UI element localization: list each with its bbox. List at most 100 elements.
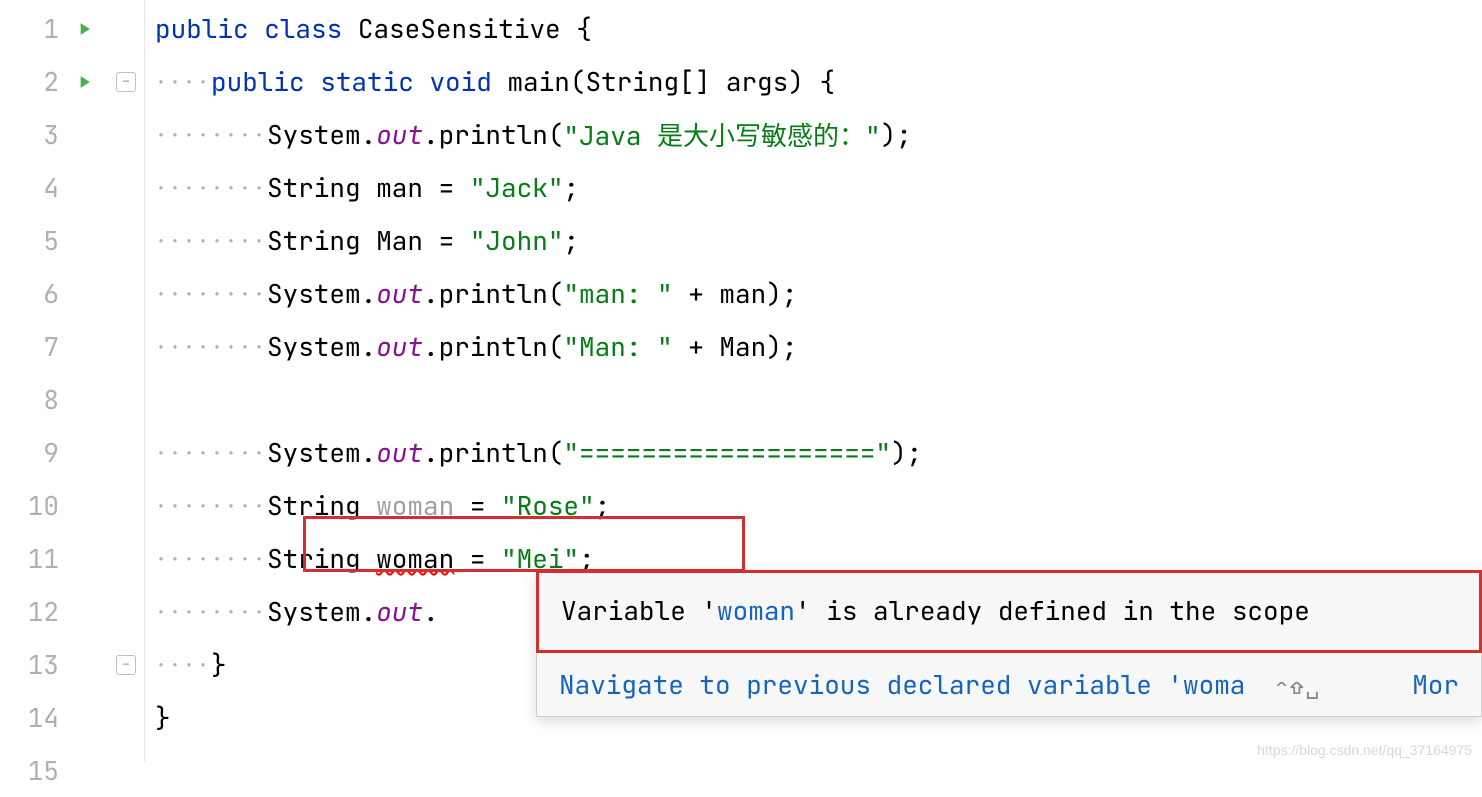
indent-dots: ········ [155,440,267,466]
line-number-5[interactable]: 5 [0,214,144,267]
field: out [376,276,423,311]
params: (String[] args) { [570,64,835,99]
line-number-7[interactable]: 7 [0,320,144,373]
line-number-3[interactable]: 3 [0,108,144,161]
text: System. [267,117,376,152]
text: ; [563,223,579,258]
more-actions-link[interactable]: Mor [1412,667,1459,702]
indent-dots: ········ [155,599,267,625]
text: ; [595,488,611,523]
text: System. [267,276,376,311]
line-num: 6 [43,276,59,311]
field: out [376,329,423,364]
line-num: 2 [43,64,59,99]
text: = [423,170,470,205]
code-line-1[interactable]: public class CaseSensitive { [145,2,1482,55]
line-num: 15 [28,753,59,788]
text: .println( [423,435,563,470]
line-number-11[interactable]: 11 [0,532,144,585]
brace: } [211,647,227,682]
code-line-9[interactable]: ········System.out.println("============… [145,426,1482,479]
text: = [423,223,470,258]
var-unused: woman [376,488,454,523]
text: + man); [673,276,798,311]
brace: } [155,700,171,735]
tooltip-text: ' is already defined in the scope [795,593,1310,628]
line-number-4[interactable]: 4 [0,161,144,214]
line-num: 3 [43,117,59,152]
string: "Man: " [563,329,672,364]
watermark: https://blog.csdn.net/qq_37164975 [1257,742,1472,758]
method-name: main [507,64,569,99]
type: String [267,223,376,258]
line-number-1[interactable]: 1 [0,2,144,55]
line-number-13[interactable]: 13 − [0,638,144,691]
string: "man: " [563,276,672,311]
line-num: 13 [28,647,59,682]
type: String [267,488,376,523]
line-number-8[interactable]: 8 [0,373,144,426]
field: out [376,117,423,152]
code-line-6[interactable]: ········System.out.println("man: " + man… [145,267,1482,320]
line-num: 7 [43,329,59,364]
keyword: static [320,64,414,99]
string: "Jack" [470,170,564,205]
line-num: 1 [43,11,59,46]
brace: { [561,11,592,46]
shortcut-hint: ⌃⇧␣ [1275,672,1321,701]
line-number-12[interactable]: 12 [0,585,144,638]
tooltip-text: Variable ' [561,593,717,628]
gutter: 1 2 − 3 4 5 6 7 8 9 10 11 12 13 − 14 15 [0,0,145,762]
fold-minus-icon[interactable]: − [116,655,136,675]
field: out [376,435,423,470]
line-number-10[interactable]: 10 [0,479,144,532]
text: .println( [423,276,563,311]
type: String [267,541,376,576]
code-line-8[interactable] [145,373,1482,426]
text: System. [267,435,376,470]
run-icon[interactable] [74,72,94,92]
code-line-2[interactable]: ····public static void main(String[] arg… [145,55,1482,108]
string: "Java 是大小写敏感的：" [563,116,880,153]
code-line-5[interactable]: ········String Man = "John"; [145,214,1482,267]
string: "===================" [563,435,891,470]
text: .println( [423,117,563,152]
code-line-3[interactable]: ········System.out.println("Java 是大小写敏感的… [145,108,1482,161]
text: ); [891,435,922,470]
text: System. [267,329,376,364]
indent-dots: ········ [155,493,267,519]
keyword: public [155,11,249,46]
line-number-2[interactable]: 2 − [0,55,144,108]
code-line-7[interactable]: ········System.out.println("Man: " + Man… [145,320,1482,373]
line-num: 14 [28,700,59,735]
line-num: 8 [43,382,59,417]
keyword: void [429,64,491,99]
line-number-6[interactable]: 6 [0,267,144,320]
type: String [267,170,376,205]
indent-dots: ···· [155,69,211,95]
var: man [376,170,423,205]
text: .println( [423,329,563,364]
navigate-link[interactable]: Navigate to previous declared variable '… [559,667,1245,702]
line-number-9[interactable]: 9 [0,426,144,479]
run-icon[interactable] [74,19,94,39]
indent-dots: ········ [155,334,267,360]
line-number-15[interactable]: 15 [0,744,144,797]
tooltip-message: Variable 'woman' is already defined in t… [536,570,1482,653]
indent-dots: ········ [155,122,267,148]
tooltip-var: woman [717,593,795,628]
text: + Man); [673,329,798,364]
string: "Rose" [501,488,595,523]
code-line-10[interactable]: ········String woman = "Rose"; [145,479,1482,532]
field: out [376,594,423,629]
line-num: 12 [28,594,59,629]
text: . [423,594,439,629]
text: System. [267,594,376,629]
code-line-4[interactable]: ········String man = "Jack"; [145,161,1482,214]
class-name: CaseSensitive [358,11,561,46]
line-num: 11 [28,541,59,576]
line-number-14[interactable]: 14 [0,691,144,744]
fold-minus-icon[interactable]: − [116,72,136,92]
indent-dots: ···· [155,652,211,678]
text: = [454,541,501,576]
